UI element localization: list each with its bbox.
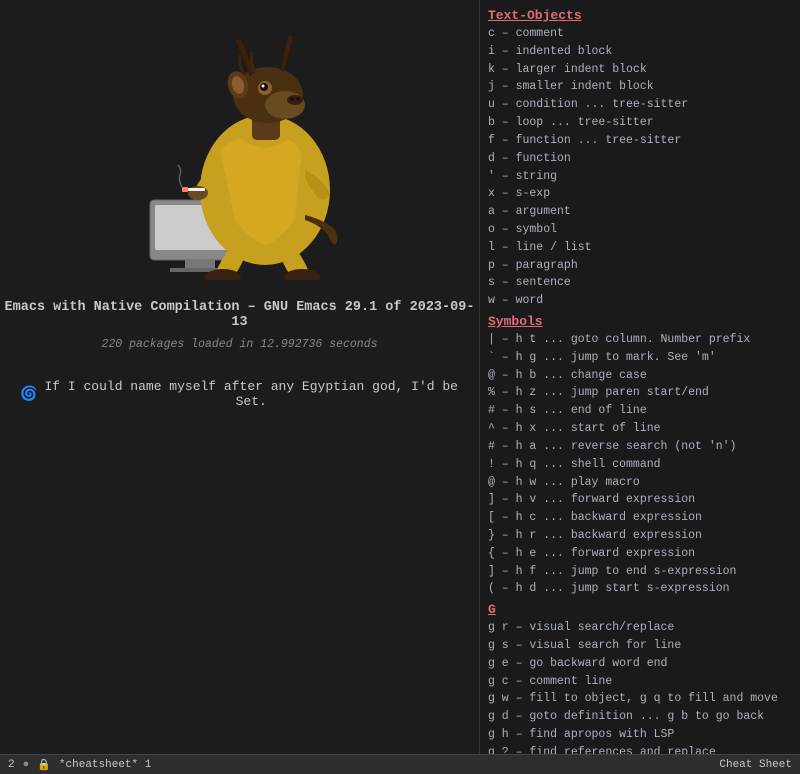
key-item-1-13: ] – h f ... jump to end s-expression (488, 563, 794, 581)
key-item-0-5: b – loop ... tree-sitter (488, 114, 794, 132)
key-item-0-13: p – paragraph (488, 257, 794, 275)
gnu-mascot (90, 20, 390, 280)
status-num: 2 (8, 759, 15, 771)
key-item-2-7: g ? – find references and replace (488, 744, 794, 754)
key-item-1-8: @ – h w ... play macro (488, 474, 794, 492)
status-dot: ● (23, 759, 30, 771)
key-item-1-7: ! – h q ... shell command (488, 456, 794, 474)
quote-line: 🌀 If I could name myself after any Egypt… (0, 379, 479, 409)
key-item-0-10: a – argument (488, 203, 794, 221)
key-item-1-2: @ – h b ... change case (488, 367, 794, 385)
section-title-2: G (488, 602, 794, 617)
key-item-0-3: j – smaller indent block (488, 78, 794, 96)
key-item-0-11: o – symbol (488, 221, 794, 239)
key-item-1-9: ] – h v ... forward expression (488, 491, 794, 509)
status-bar: 2 ● 🔒 *cheatsheet* 1 Cheat Sheet (0, 754, 800, 774)
key-item-0-12: l – line / list (488, 239, 794, 257)
key-item-0-15: w – word (488, 292, 794, 310)
key-item-0-7: d – function (488, 150, 794, 168)
section-title-0: Text-Objects (488, 8, 794, 23)
emacs-title: Emacs with Native Compilation – GNU Emac… (0, 300, 479, 330)
packages-info: 220 packages loaded in 12.992736 seconds (101, 338, 377, 351)
status-right-label: Cheat Sheet (719, 759, 792, 771)
left-panel: Emacs with Native Compilation – GNU Emac… (0, 0, 480, 774)
key-item-1-11: } – h r ... backward expression (488, 527, 794, 545)
key-item-0-4: u – condition ... tree-sitter (488, 96, 794, 114)
status-filename: *cheatsheet* 1 (59, 759, 151, 771)
key-item-1-0: | – h t ... goto column. Number prefix (488, 331, 794, 349)
key-item-0-2: k – larger indent block (488, 61, 794, 79)
key-item-0-14: s – sentence (488, 274, 794, 292)
status-lock-icon: 🔒 (37, 758, 51, 772)
section-title-1: Symbols (488, 314, 794, 329)
key-item-1-10: [ – h c ... backward expression (488, 509, 794, 527)
key-item-1-3: % – h z ... jump paren start/end (488, 384, 794, 402)
key-item-0-1: i – indented block (488, 43, 794, 61)
key-item-2-3: g c – comment line (488, 673, 794, 691)
quote-text: If I could name myself after any Egyptia… (43, 379, 459, 409)
key-item-1-4: # – h s ... end of line (488, 402, 794, 420)
key-item-0-6: f – function ... tree-sitter (488, 132, 794, 150)
key-item-1-12: { – h e ... forward expression (488, 545, 794, 563)
key-item-2-4: g w – fill to object, g q to fill and mo… (488, 690, 794, 708)
key-item-0-8: ' – string (488, 168, 794, 186)
key-item-1-1: ` – h g ... jump to mark. See 'm' (488, 349, 794, 367)
key-item-2-0: g r – visual search/replace (488, 619, 794, 637)
key-item-1-14: ( – h d ... jump start s-expression (488, 580, 794, 598)
key-item-1-6: # – h a ... reverse search (not 'n') (488, 438, 794, 456)
key-item-0-0: c – comment (488, 25, 794, 43)
spinner-icon: 🌀 (20, 386, 37, 403)
key-item-2-1: g s – visual search for line (488, 637, 794, 655)
right-panel[interactable]: Text-Objects c – commenti – indented bloc… (480, 0, 800, 754)
key-item-2-5: g d – goto definition ... g b to go back (488, 708, 794, 726)
key-item-2-2: g e – go backward word end (488, 655, 794, 673)
key-item-2-6: g h – find apropos with LSP (488, 726, 794, 744)
key-item-1-5: ^ – h x ... start of line (488, 420, 794, 438)
key-item-0-9: x – s-exp (488, 185, 794, 203)
